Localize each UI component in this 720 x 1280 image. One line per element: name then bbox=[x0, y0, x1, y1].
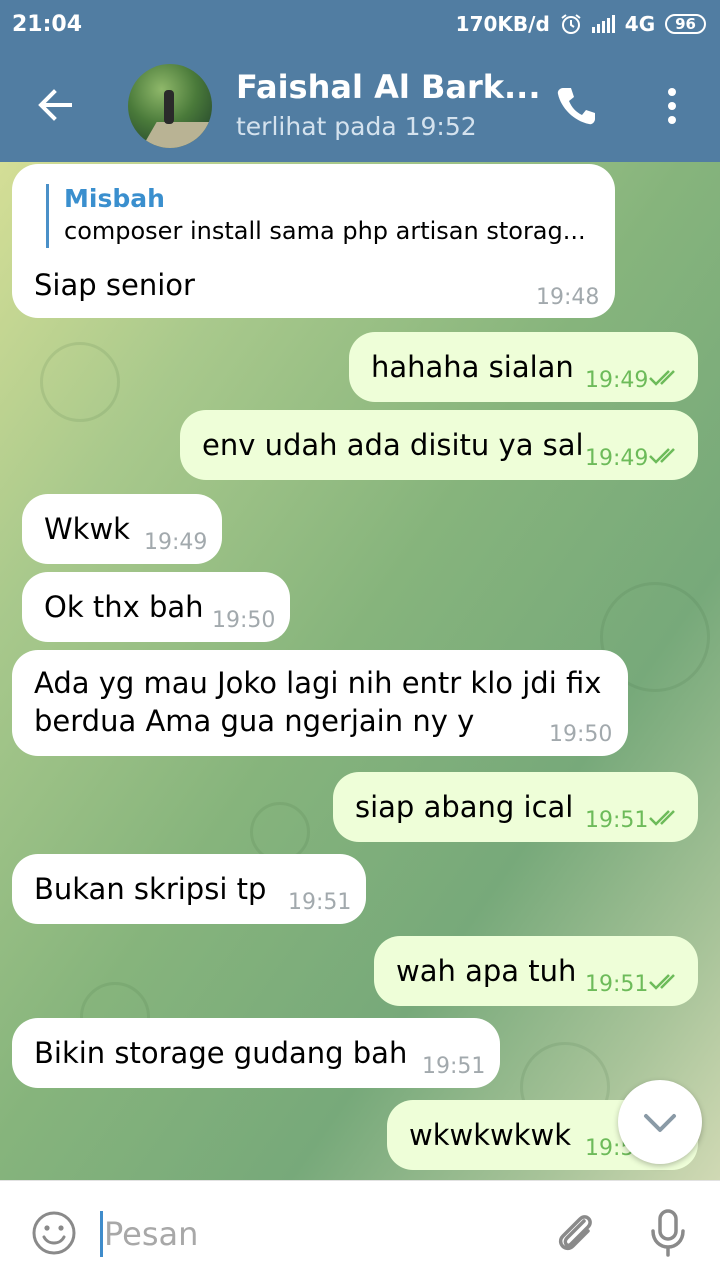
message-text-line: Ada yg mau Joko lagi nih entr klo jdi fi… bbox=[34, 666, 602, 700]
battery-icon: 96 bbox=[665, 14, 706, 34]
mic-icon[interactable] bbox=[646, 1207, 690, 1259]
message-time: 19:49 bbox=[144, 530, 208, 555]
message-time: 19:51 bbox=[585, 808, 649, 833]
message-incoming[interactable]: Wkwk 19:49 bbox=[22, 494, 222, 564]
message-outgoing[interactable]: wah apa tuh 19:51 bbox=[374, 936, 698, 1006]
message-time: 19:51 bbox=[422, 1054, 486, 1079]
battery-level: 96 bbox=[675, 15, 696, 33]
emoji-icon[interactable] bbox=[30, 1209, 78, 1257]
scroll-down-button[interactable] bbox=[618, 1080, 702, 1164]
alarm-icon bbox=[561, 14, 581, 34]
message-text: siap abang ical bbox=[355, 790, 574, 824]
double-check-icon bbox=[649, 448, 675, 464]
reply-quote[interactable]: Misbah composer install sama php artisan… bbox=[46, 184, 586, 248]
double-check-icon bbox=[649, 810, 675, 826]
double-check-icon bbox=[649, 974, 675, 990]
message-text: Bikin storage gudang bah bbox=[34, 1036, 408, 1070]
double-check-icon bbox=[649, 370, 675, 386]
message-text: wkwkwkwk bbox=[409, 1118, 572, 1152]
message-time: 19:50 bbox=[212, 608, 276, 633]
reply-author: Misbah bbox=[64, 184, 165, 213]
signal-icon bbox=[591, 15, 615, 33]
message-text: Ok thx bah bbox=[44, 590, 204, 624]
message-text: env udah ada disitu ya sal bbox=[202, 428, 584, 462]
reply-text: composer install sama php artisan storag… bbox=[64, 217, 586, 245]
network-type: 4G bbox=[624, 12, 656, 36]
message-outgoing[interactable]: hahaha sialan 19:49 bbox=[349, 332, 698, 402]
phone-icon[interactable] bbox=[552, 82, 600, 130]
message-time: 19:48 bbox=[536, 285, 600, 310]
message-incoming[interactable]: Bukan skripsi tp 19:51 bbox=[12, 854, 366, 924]
message-input[interactable] bbox=[104, 1211, 524, 1257]
message-incoming[interactable]: Ada yg mau Joko lagi nih entr klo jdi fi… bbox=[12, 650, 628, 756]
last-seen: terlihat pada 19:52 bbox=[236, 112, 477, 141]
network-speed: 170KB/d bbox=[455, 12, 550, 36]
message-time: 19:51 bbox=[288, 890, 352, 915]
status-bar: 21:04 170KB/d 4G 96 bbox=[0, 0, 720, 50]
message-text-line: berdua Ama gua ngerjain ny y bbox=[34, 704, 475, 738]
status-indicators: 170KB/d 4G 96 bbox=[456, 12, 706, 36]
message-incoming[interactable]: Bikin storage gudang bah 19:51 bbox=[12, 1018, 500, 1088]
message-outgoing[interactable]: siap abang ical 19:51 bbox=[333, 772, 698, 842]
chevron-down-icon bbox=[644, 1114, 676, 1132]
text-caret bbox=[100, 1211, 103, 1257]
message-text: Bukan skripsi tp bbox=[34, 872, 267, 906]
message-composer bbox=[0, 1180, 720, 1280]
message-text: hahaha sialan bbox=[371, 350, 574, 384]
message-text: Siap senior bbox=[34, 268, 195, 302]
back-arrow-icon[interactable] bbox=[30, 80, 80, 130]
contact-name[interactable]: Faishal Al Bark... bbox=[236, 68, 540, 106]
more-vert-icon[interactable] bbox=[654, 82, 690, 130]
attach-icon[interactable] bbox=[552, 1207, 600, 1259]
status-time: 21:04 bbox=[12, 12, 83, 37]
message-time: 19:49 bbox=[585, 368, 649, 393]
message-outgoing[interactable]: env udah ada disitu ya sal 19:49 bbox=[180, 410, 698, 480]
message-text: wah apa tuh bbox=[396, 954, 577, 988]
chat-header: Faishal Al Bark... terlihat pada 19:52 bbox=[0, 50, 720, 162]
message-time: 19:49 bbox=[585, 446, 649, 471]
message-incoming[interactable]: Ok thx bah 19:50 bbox=[22, 572, 290, 642]
message-time: 19:51 bbox=[585, 972, 649, 997]
chat-messages[interactable]: Misbah composer install sama php artisan… bbox=[0, 162, 720, 1180]
message-time: 19:50 bbox=[549, 722, 613, 747]
message-incoming[interactable]: Misbah composer install sama php artisan… bbox=[12, 164, 615, 318]
avatar[interactable] bbox=[128, 64, 212, 148]
message-text: Wkwk bbox=[44, 512, 130, 546]
